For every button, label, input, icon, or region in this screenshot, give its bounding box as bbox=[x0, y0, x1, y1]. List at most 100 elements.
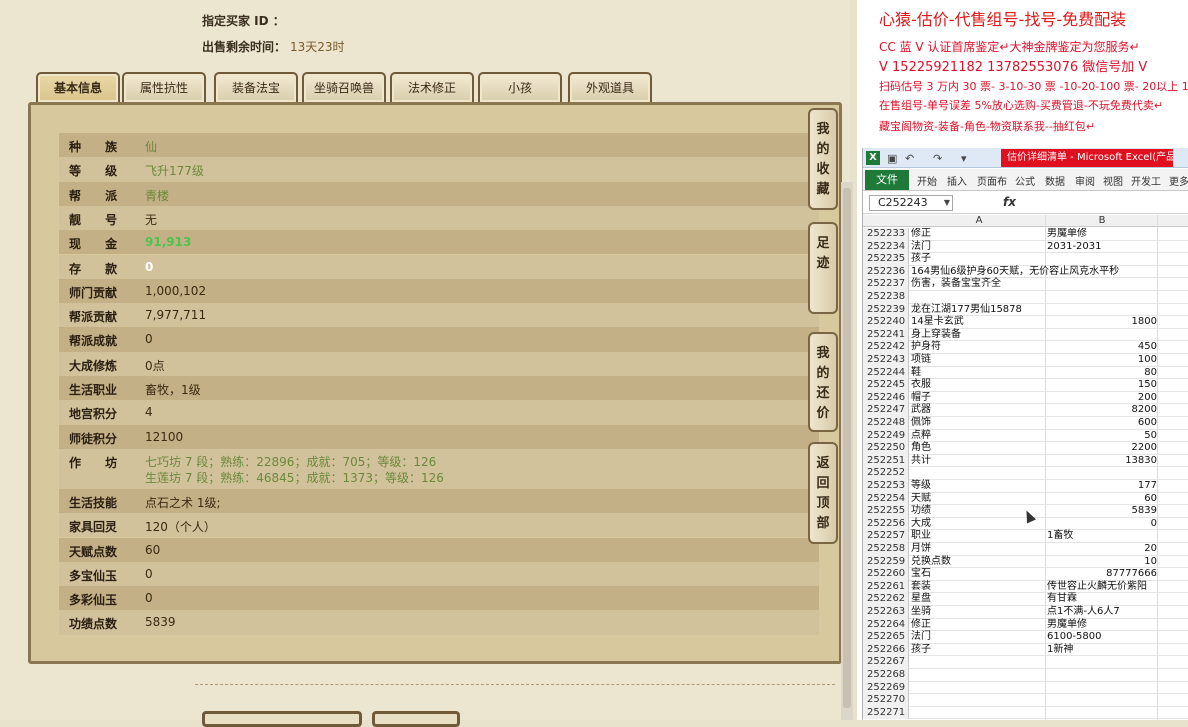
ribbon-tab-7[interactable]: 审阅 bbox=[1075, 173, 1095, 188]
cell-a[interactable]: 龙在江湖177男仙15878 bbox=[911, 304, 1022, 316]
row-number[interactable]: 252238 bbox=[863, 291, 909, 304]
row-number[interactable]: 252271 bbox=[863, 706, 909, 720]
cell-b[interactable]: 60 bbox=[1047, 493, 1157, 505]
sheet-row[interactable]: 252237 伤害，装备宝宝齐全 bbox=[863, 278, 1188, 291]
sheet-row[interactable]: 252252 bbox=[863, 467, 1188, 480]
side-button-3[interactable]: 我的还价 bbox=[808, 332, 838, 432]
ribbon-tab-1[interactable]: 文件 bbox=[865, 170, 909, 190]
cell-a[interactable]: 14星卡玄武 bbox=[911, 316, 964, 328]
row-number[interactable]: 252237 bbox=[863, 278, 909, 291]
cell-a[interactable]: 武器 bbox=[911, 404, 931, 416]
save-icon[interactable]: ▣ bbox=[887, 152, 897, 165]
cell-b[interactable]: 13830 bbox=[1047, 455, 1157, 467]
sheet-row[interactable]: 252233 修正 男魔单修 bbox=[863, 228, 1188, 241]
row-number[interactable]: 252234 bbox=[863, 240, 909, 254]
cell-a[interactable]: 佩饰 bbox=[911, 417, 931, 429]
cell-a[interactable]: 天赋 bbox=[911, 493, 931, 505]
row-number[interactable]: 252235 bbox=[863, 253, 909, 266]
cell-b[interactable]: 150 bbox=[1047, 379, 1157, 391]
sheet-row[interactable]: 252242 护身符 450 bbox=[863, 341, 1188, 354]
sheet-row[interactable]: 252270 bbox=[863, 694, 1188, 707]
row-number[interactable]: 252247 bbox=[863, 404, 909, 417]
sheet-row[interactable]: 252250 角色 2200 bbox=[863, 442, 1188, 455]
side-button-1[interactable]: 我的收藏 bbox=[808, 108, 838, 210]
cell-b[interactable]: 200 bbox=[1047, 392, 1157, 404]
sheet-row[interactable]: 252243 项链 100 bbox=[863, 354, 1188, 367]
sheet-row[interactable]: 252247 武器 8200 bbox=[863, 404, 1188, 417]
sheet-row[interactable]: 252238 bbox=[863, 291, 1188, 304]
cell-b[interactable]: 2200 bbox=[1047, 442, 1157, 454]
row-number[interactable]: 252265 bbox=[863, 631, 909, 644]
cell-b[interactable]: 5839 bbox=[1047, 505, 1157, 517]
ribbon-tab-6[interactable]: 数据 bbox=[1045, 173, 1065, 188]
column-b-header[interactable]: B bbox=[1047, 215, 1157, 226]
cell-a[interactable]: 鞋 bbox=[911, 367, 921, 379]
cell-a[interactable]: 164男仙6级护身60天赋，无价容止风克水平秒 bbox=[911, 266, 1119, 278]
ribbon-tab-9[interactable]: 开发工 bbox=[1131, 173, 1161, 188]
tab-6[interactable]: 小孩 bbox=[478, 72, 562, 102]
cell-a[interactable]: 修正 bbox=[911, 619, 931, 631]
cell-a[interactable]: 孩子 bbox=[911, 644, 931, 656]
sheet-row[interactable]: 252251 共计 13830 bbox=[863, 454, 1188, 468]
ribbon-tab-8[interactable]: 视图 bbox=[1103, 173, 1123, 188]
cell-a[interactable]: 衣服 bbox=[911, 379, 931, 391]
row-number[interactable]: 252253 bbox=[863, 480, 909, 493]
tab-2[interactable]: 属性抗性 bbox=[122, 72, 206, 102]
cell-b[interactable]: 100 bbox=[1047, 354, 1157, 366]
row-number[interactable]: 252254 bbox=[863, 492, 909, 506]
cell-a[interactable]: 职业 bbox=[911, 530, 931, 542]
sheet-row[interactable]: 252246 帽子 200 bbox=[863, 391, 1188, 405]
cell-b[interactable]: 1畜牧 bbox=[1047, 530, 1073, 542]
sheet-row[interactable]: 252263 坐骑 点1不满-人6人7 bbox=[863, 606, 1188, 619]
cell-a[interactable]: 项链 bbox=[911, 354, 931, 366]
row-number[interactable]: 252268 bbox=[863, 669, 909, 682]
undo-icon[interactable]: ↶ bbox=[905, 152, 914, 165]
row-number[interactable]: 252266 bbox=[863, 643, 909, 657]
cell-a[interactable]: 伤害，装备宝宝齐全 bbox=[911, 278, 1001, 290]
row-number[interactable]: 252270 bbox=[863, 694, 909, 707]
cell-b[interactable]: 点1不满-人6人7 bbox=[1047, 606, 1120, 618]
row-number[interactable]: 252249 bbox=[863, 429, 909, 443]
cell-a[interactable]: 法门 bbox=[911, 631, 931, 643]
sheet-row[interactable]: 252254 天赋 60 bbox=[863, 492, 1188, 506]
side-button-4[interactable]: 返回顶部 bbox=[808, 442, 838, 544]
side-button-2[interactable]: 足迹 bbox=[808, 222, 838, 314]
row-number[interactable]: 252258 bbox=[863, 543, 909, 556]
sheet-row[interactable]: 252260 宝石 87777666 bbox=[863, 568, 1188, 581]
cell-a[interactable]: 功绩 bbox=[911, 505, 931, 517]
row-number[interactable]: 252240 bbox=[863, 316, 909, 329]
spreadsheet-grid[interactable]: 252233 修正 男魔单修 252234 法门 2031-2031 252235 孩子 252… bbox=[863, 228, 1188, 720]
sheet-row[interactable]: 252265 法门 6100-5800 bbox=[863, 631, 1188, 644]
row-number[interactable]: 252246 bbox=[863, 391, 909, 405]
cell-b[interactable]: 8200 bbox=[1047, 404, 1157, 416]
row-number[interactable]: 252244 bbox=[863, 366, 909, 380]
cell-a[interactable]: 孩子 bbox=[911, 253, 931, 265]
cell-b[interactable]: 10 bbox=[1047, 556, 1157, 568]
sheet-row[interactable]: 252267 bbox=[863, 656, 1188, 669]
ribbon-tab-4[interactable]: 页面布 bbox=[977, 173, 1007, 188]
cell-b[interactable]: 0 bbox=[1047, 518, 1157, 530]
cell-b[interactable]: 1800 bbox=[1047, 316, 1157, 328]
cell-b[interactable]: 50 bbox=[1047, 430, 1157, 442]
cell-b[interactable]: 20 bbox=[1047, 543, 1157, 555]
row-number[interactable]: 252261 bbox=[863, 580, 909, 594]
row-number[interactable]: 252241 bbox=[863, 328, 909, 342]
sheet-row[interactable]: 252269 bbox=[863, 681, 1188, 695]
row-number[interactable]: 252267 bbox=[863, 656, 909, 669]
row-number[interactable]: 252269 bbox=[863, 681, 909, 695]
ribbon-tab-5[interactable]: 公式 bbox=[1015, 173, 1035, 188]
row-number[interactable]: 252262 bbox=[863, 593, 909, 606]
cell-a[interactable]: 星盘 bbox=[911, 593, 931, 605]
cell-b[interactable]: 6100-5800 bbox=[1047, 631, 1102, 643]
row-number[interactable]: 252239 bbox=[863, 303, 909, 317]
cell-a[interactable]: 修正 bbox=[911, 228, 931, 240]
sheet-row[interactable]: 252241 身上穿装备 bbox=[863, 328, 1188, 342]
sheet-row[interactable]: 252244 鞋 80 bbox=[863, 366, 1188, 380]
cell-b[interactable]: 177 bbox=[1047, 480, 1157, 492]
sheet-row[interactable]: 252239 龙在江湖177男仙15878 bbox=[863, 303, 1188, 317]
tab-5[interactable]: 法术修正 bbox=[390, 72, 474, 102]
cell-b[interactable]: 600 bbox=[1047, 417, 1157, 429]
cell-a[interactable]: 套装 bbox=[911, 581, 931, 593]
row-number[interactable]: 252260 bbox=[863, 568, 909, 581]
ribbon-tab-10[interactable]: 更多 bbox=[1169, 173, 1188, 188]
